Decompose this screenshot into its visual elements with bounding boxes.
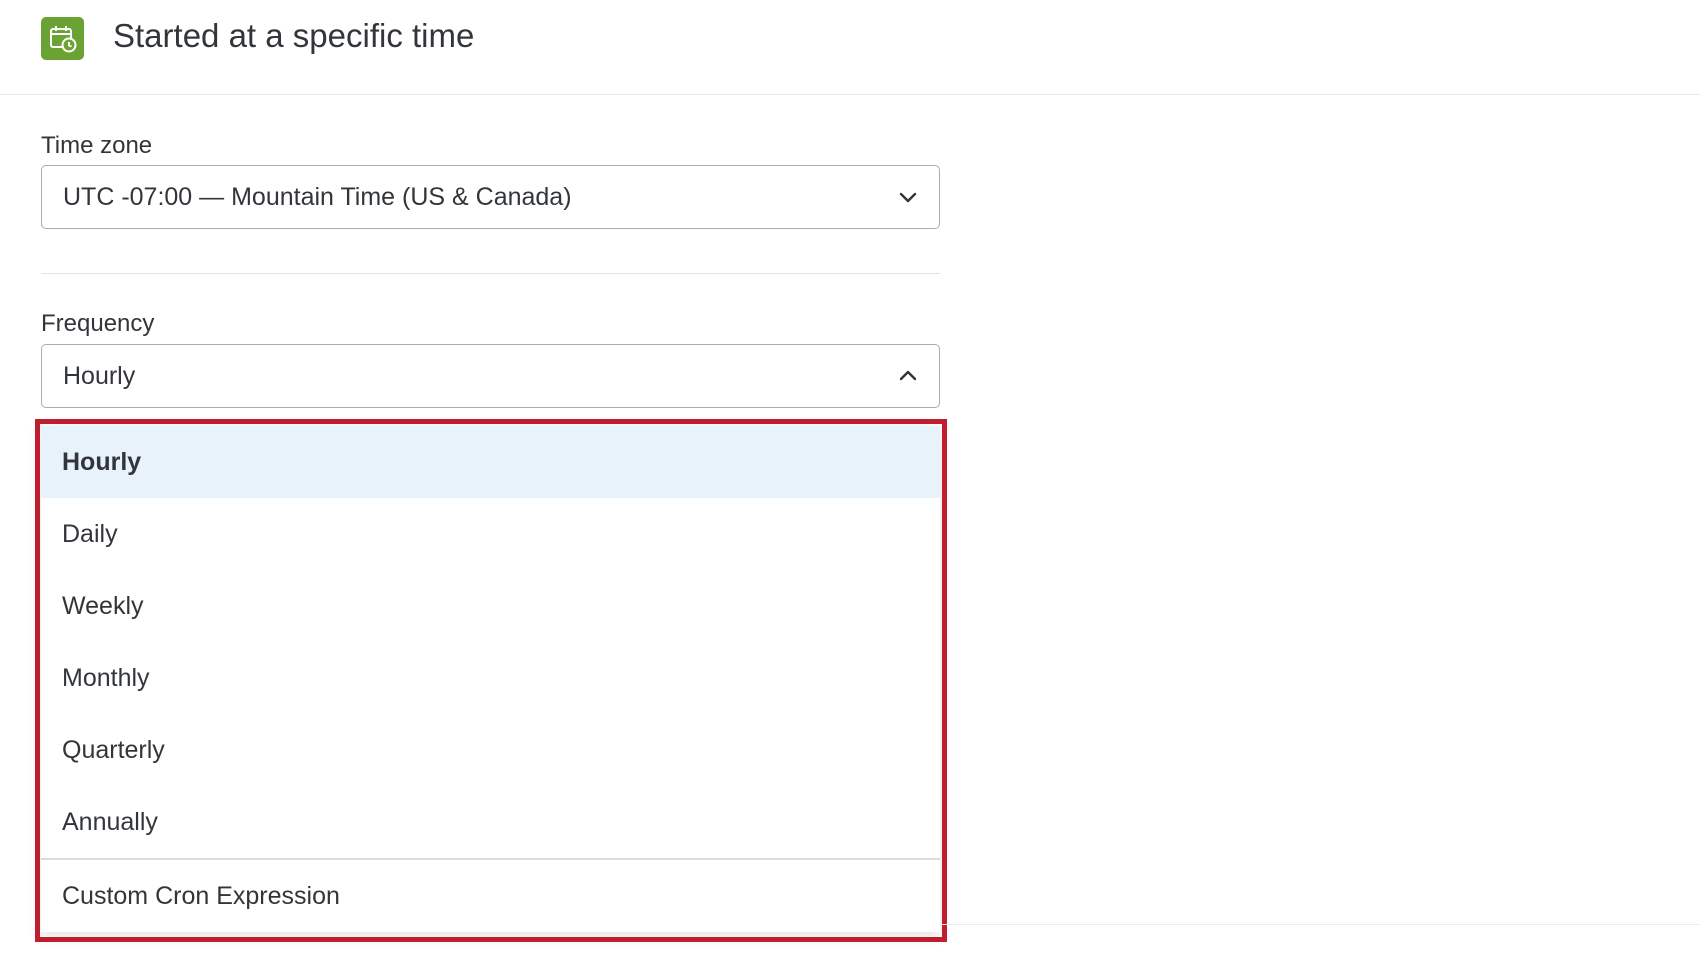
page-title: Started at a specific time	[113, 17, 475, 54]
timezone-select[interactable]: UTC -07:00 — Mountain Time (US & Canada)	[41, 165, 940, 229]
timezone-label: Time zone	[41, 132, 153, 159]
section-divider	[41, 273, 940, 274]
footer-divider	[940, 924, 1700, 925]
option-weekly[interactable]: Weekly	[41, 570, 940, 642]
option-annually[interactable]: Annually	[41, 786, 940, 858]
frequency-value: Hourly	[63, 362, 136, 390]
frequency-dropdown-menu: Hourly Daily Weekly Monthly Quarterly An…	[41, 426, 940, 932]
timezone-value: UTC -07:00 — Mountain Time (US & Canada)	[63, 183, 572, 211]
chevron-up-icon	[899, 370, 917, 381]
option-custom-cron-expression[interactable]: Custom Cron Expression	[41, 860, 940, 932]
frequency-select[interactable]: Hourly	[41, 344, 940, 408]
frequency-label: Frequency	[41, 310, 155, 337]
option-monthly[interactable]: Monthly	[41, 642, 940, 714]
option-quarterly[interactable]: Quarterly	[41, 714, 940, 786]
calendar-clock-icon	[41, 17, 84, 60]
chevron-down-icon	[899, 192, 917, 203]
header: Started at a specific time	[0, 0, 1700, 95]
option-daily[interactable]: Daily	[41, 498, 940, 570]
option-hourly[interactable]: Hourly	[41, 426, 940, 498]
